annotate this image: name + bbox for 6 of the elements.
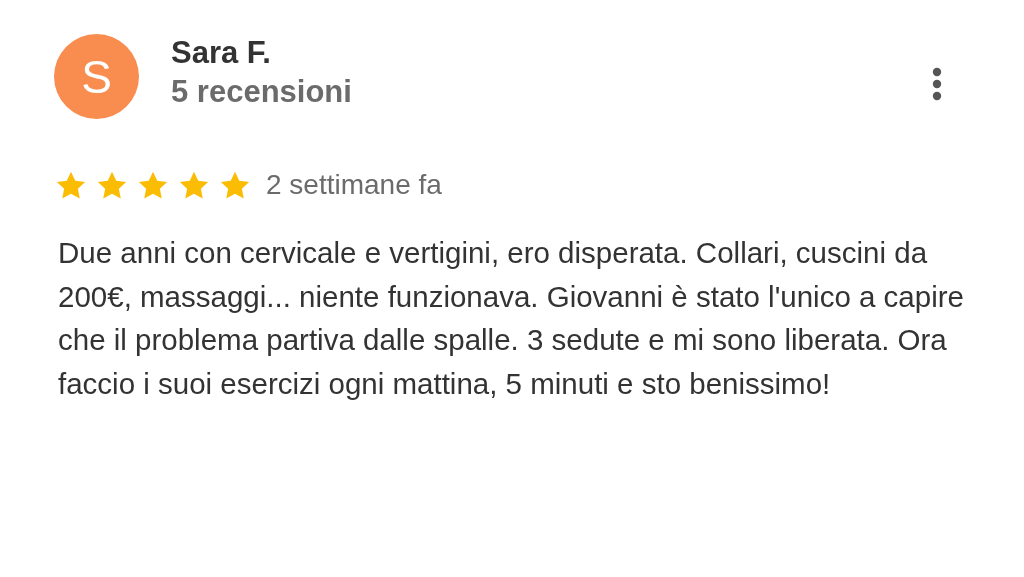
review-text: Due anni con cervicale e vertigini, ero disperata. Collari, cuscini da 200€, massaggi... niente funzionava. Giovanni è stato l'unico a capire che il problema partiva dalle spalle. 3 sedute e mi sono liberata. Ora faccio i suoi esercizi ogni mattina, 5 minuti e sto benissimo!	[58, 235, 965, 402]
avatar: S	[54, 34, 139, 119]
author-name: Sara F.	[171, 34, 272, 72]
review-date: 2 settimane fa	[266, 169, 442, 201]
review-count: 5 recensioni	[171, 73, 352, 111]
more-options-icon[interactable]	[932, 67, 942, 101]
